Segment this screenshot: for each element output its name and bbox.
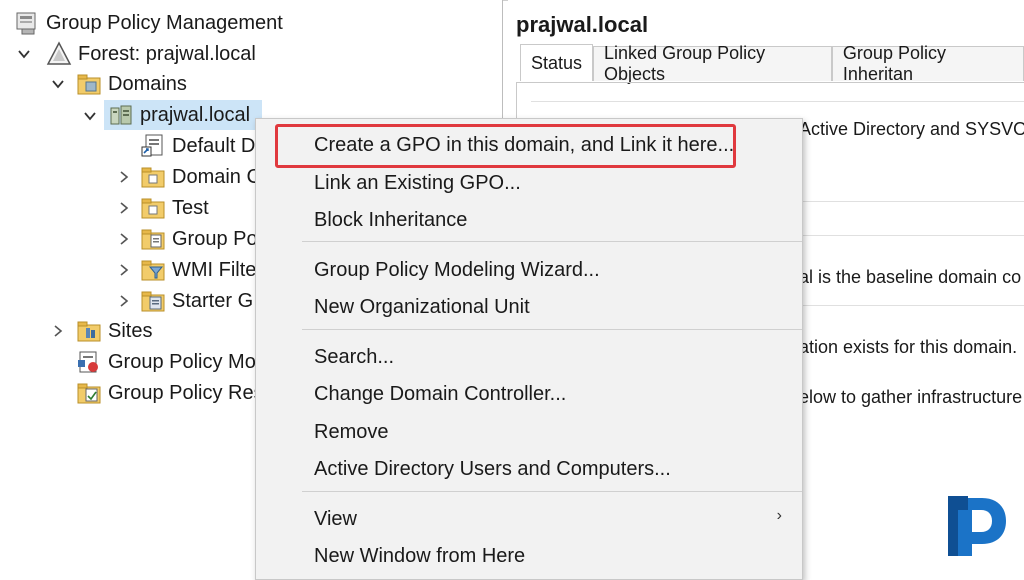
divider xyxy=(531,101,1024,102)
tree-node-label: Group Po xyxy=(172,227,258,250)
tree-node-label: Group Policy Res xyxy=(108,381,264,404)
tree-node-starter-gpos[interactable]: Starter G xyxy=(140,286,253,316)
chevron-right-icon[interactable] xyxy=(118,233,130,245)
domains-folder-icon xyxy=(76,71,102,97)
menu-separator xyxy=(302,329,802,330)
status-text: elow to gather infrastructure xyxy=(799,387,1023,407)
results-folder-icon xyxy=(76,380,102,406)
tree-node-wmi-filters[interactable]: WMI Filte xyxy=(140,255,256,285)
chevron-right-icon[interactable] xyxy=(118,264,130,276)
tree-node-group-policy-results[interactable]: Group Policy Res xyxy=(76,378,264,408)
status-text: al is the baseline domain co xyxy=(799,267,1022,287)
ou-folder-icon xyxy=(140,195,166,221)
domain-icon xyxy=(108,102,134,128)
menu-item-link-existing-gpo[interactable]: Link an Existing GPO... xyxy=(314,168,521,198)
gpo-folder-icon xyxy=(140,226,166,252)
starter-gpo-folder-icon xyxy=(140,288,166,314)
menu-item-change-dc[interactable]: Change Domain Controller... xyxy=(314,379,566,409)
status-text: Active Directory and SYSVOL xyxy=(799,119,1024,139)
tree-node-label: Sites xyxy=(108,319,153,342)
tree-node-label: Starter G xyxy=(172,289,254,312)
forest-icon xyxy=(46,41,72,67)
chevron-down-icon[interactable] xyxy=(18,48,30,60)
tree-node-domain-selected[interactable]: prajwal.local xyxy=(104,100,263,130)
menu-item-view[interactable]: View xyxy=(314,504,784,534)
tree-node-label: prajwal.local xyxy=(140,103,251,126)
menu-item-aduc[interactable]: Active Directory Users and Computers... xyxy=(314,454,671,484)
tree-node-label: Group Policy Management xyxy=(46,11,283,34)
tree-node-domains[interactable]: Domains xyxy=(76,69,187,99)
tree-node-label: Default D xyxy=(172,134,256,157)
chevron-right-icon: › xyxy=(776,507,782,524)
menu-item-search[interactable]: Search... xyxy=(314,342,394,372)
ou-folder-icon xyxy=(140,164,166,190)
prajwal-logo-icon xyxy=(944,492,1014,562)
chevron-down-icon[interactable] xyxy=(84,110,96,122)
tab-linked-gpos[interactable]: Linked Group Policy Objects xyxy=(593,43,832,84)
menu-item-label: View xyxy=(314,507,357,530)
tree-node-group-policy-objects[interactable]: Group Po xyxy=(140,224,258,254)
tree-node-label: Forest: prajwal.local xyxy=(78,42,256,65)
sites-folder-icon xyxy=(76,318,102,344)
gpo-link-icon xyxy=(140,133,166,159)
group-policy-icon xyxy=(14,10,40,36)
tree-node-sites[interactable]: Sites xyxy=(76,316,152,346)
menu-item-new-ou[interactable]: New Organizational Unit xyxy=(314,292,530,322)
tree-node-label: Domain C xyxy=(172,165,261,188)
tree-node-label: WMI Filte xyxy=(172,258,257,281)
page-title: prajwal.local xyxy=(516,12,649,37)
highlight-annotation-box xyxy=(275,124,736,168)
tree-node-label: Domains xyxy=(108,72,187,95)
tree-node-label: Group Policy Mo xyxy=(108,350,256,373)
menu-separator xyxy=(302,241,802,242)
context-menu: Create a GPO in this domain, and Link it… xyxy=(255,118,803,580)
chevron-right-icon[interactable] xyxy=(118,202,130,214)
menu-item-modeling-wizard[interactable]: Group Policy Modeling Wizard... xyxy=(314,255,600,285)
tree-node-group-policy-modeling[interactable]: Group Policy Mo xyxy=(76,347,256,377)
tree-node-test[interactable]: Test xyxy=(140,193,209,223)
menu-item-block-inheritance[interactable]: Block Inheritance xyxy=(314,205,467,235)
chevron-right-icon[interactable] xyxy=(118,171,130,183)
tab-bar: Status Linked Group Policy Objects Group… xyxy=(520,43,1024,84)
menu-item-new-window[interactable]: New Window from Here xyxy=(314,541,525,571)
tree-node-domain-controllers[interactable]: Domain C xyxy=(140,162,261,192)
status-text: ation exists for this domain. xyxy=(799,337,1018,357)
chevron-right-icon[interactable] xyxy=(118,295,130,307)
tree-node-label: Test xyxy=(172,196,209,219)
tree-node-root[interactable]: Group Policy Management xyxy=(14,8,283,38)
tab-gp-inheritance[interactable]: Group Policy Inheritan xyxy=(831,43,1024,84)
tree-node-default-domain-policy[interactable]: Default D xyxy=(140,131,255,161)
chevron-down-icon[interactable] xyxy=(52,78,64,90)
wmi-filter-folder-icon xyxy=(140,257,166,283)
chevron-right-icon[interactable] xyxy=(52,325,64,337)
tree-node-forest[interactable]: Forest: prajwal.local xyxy=(46,39,256,69)
modeling-icon xyxy=(76,349,102,375)
menu-item-remove[interactable]: Remove xyxy=(314,417,388,447)
menu-separator xyxy=(302,491,802,492)
selection-highlight: prajwal.local xyxy=(104,100,263,130)
tab-status[interactable]: Status xyxy=(520,44,594,81)
